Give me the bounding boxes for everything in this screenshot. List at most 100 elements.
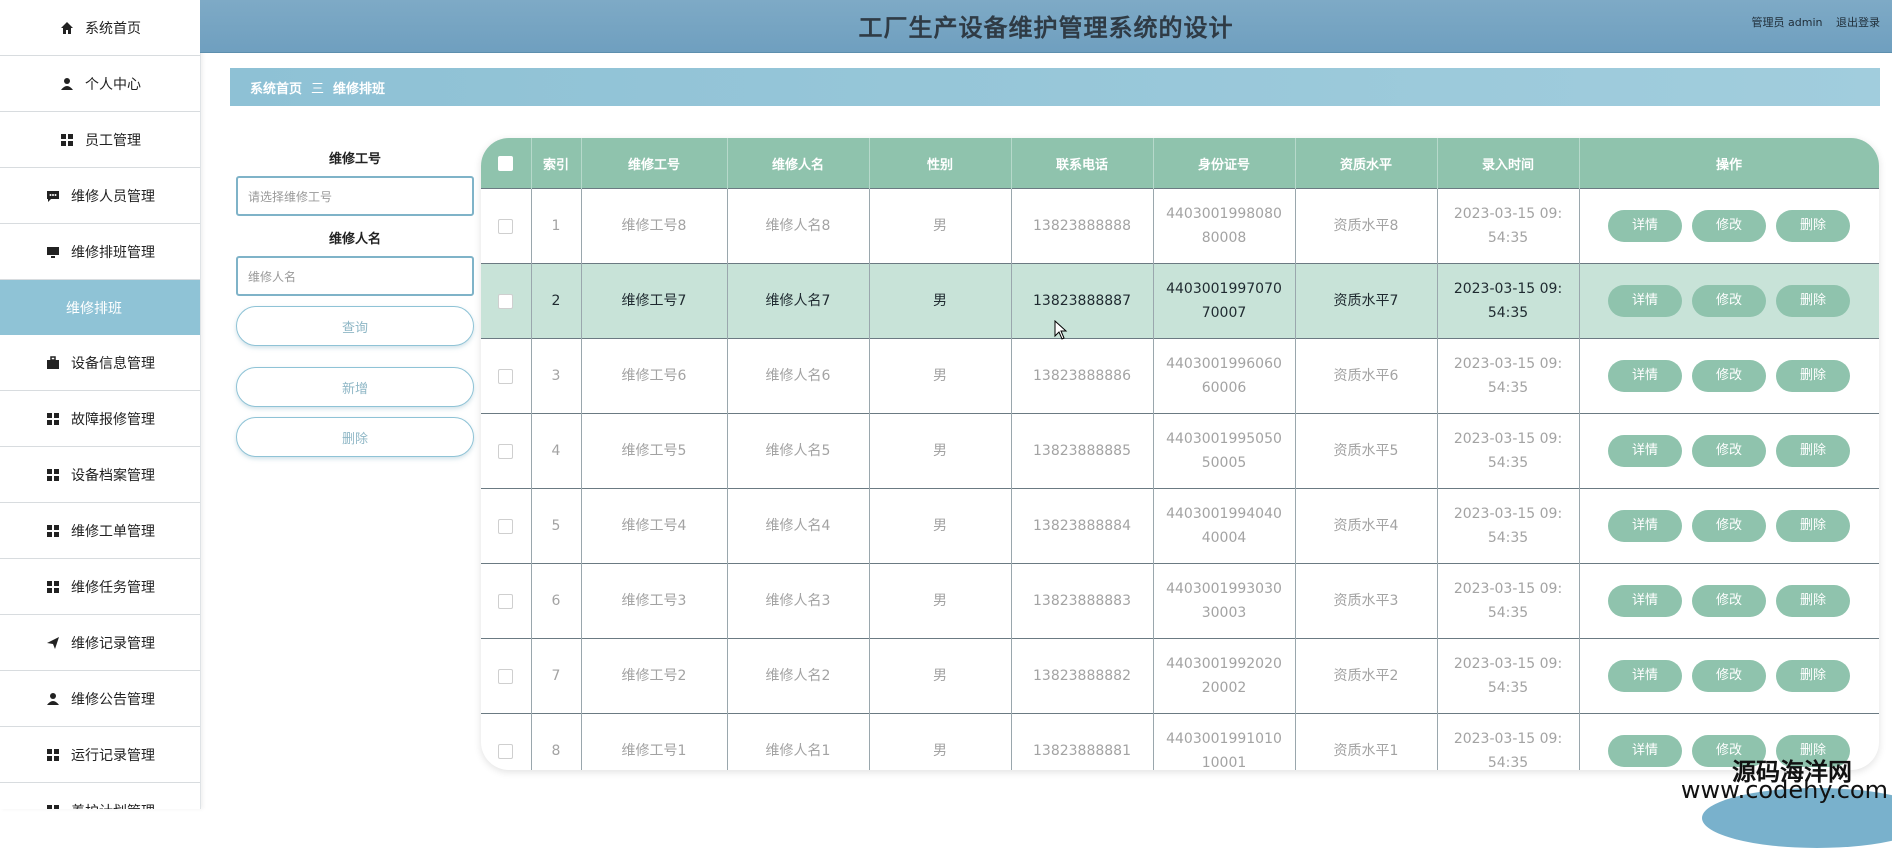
edit-button[interactable]: 修改 [1692, 660, 1766, 692]
edit-button[interactable]: 修改 [1692, 510, 1766, 542]
cell-name: 维修人名7 [727, 263, 870, 339]
sidebar-item-13[interactable]: 运行记录管理 [0, 727, 200, 783]
detail-button[interactable]: 详情 [1608, 210, 1682, 242]
add-button[interactable]: 新增 [236, 367, 474, 407]
sidebar-item-12[interactable]: 维修公告管理 [0, 671, 200, 727]
table-row[interactable]: 1 维修工号8 维修人名8 男 13823888888 44030019980808000… [481, 188, 1879, 264]
cell-id-card: 440300199202020002 [1153, 638, 1296, 714]
cell-phone: 13823888887 [1011, 263, 1154, 339]
sidebar-item-7[interactable]: 故障报修管理 [0, 391, 200, 447]
sidebar-item-4[interactable]: 维修排班管理 [0, 224, 200, 280]
edit-button[interactable]: 修改 [1692, 285, 1766, 317]
query-button[interactable]: 查询 [236, 306, 474, 346]
row-checkbox[interactable] [498, 218, 514, 234]
detail-button[interactable]: 详情 [1608, 360, 1682, 392]
cell-index: 6 [531, 563, 582, 639]
edit-button[interactable]: 修改 [1692, 360, 1766, 392]
sidebar-item-3[interactable]: 维修人员管理 [0, 168, 200, 224]
logout-link[interactable]: 退出登录 [1836, 16, 1880, 29]
sidebar-item-label: 员工管理 [85, 132, 141, 149]
cell-name: 维修人名6 [727, 338, 870, 414]
sidebar-item-label: 维修公告管理 [71, 691, 155, 708]
table-header-row: 索引 维修工号 维修人名 性别 联系电话 身份证号 资质水平 录入时间 操作 [481, 138, 1879, 189]
edit-button[interactable]: 修改 [1692, 435, 1766, 467]
cell-index: 4 [531, 413, 582, 489]
delete-button[interactable]: 删除 [1776, 510, 1850, 542]
row-checkbox[interactable] [498, 668, 514, 684]
grid-icon [45, 803, 61, 809]
send-icon [45, 635, 61, 651]
row-checkbox[interactable] [498, 293, 514, 309]
row-checkbox[interactable] [498, 443, 514, 459]
cell-id-card: 440300199808080008 [1153, 188, 1296, 264]
row-checkbox[interactable] [498, 518, 514, 534]
cell-index: 3 [531, 338, 582, 414]
emp-no-input[interactable]: 请选择维修工号 [236, 176, 474, 216]
sidebar-item-8[interactable]: 设备档案管理 [0, 447, 200, 503]
edit-button[interactable]: 修改 [1692, 585, 1766, 617]
table-row[interactable]: 6 维修工号3 维修人名3 男 13823888883 44030019930303000… [481, 563, 1879, 639]
delete-button[interactable]: 删除 [1776, 360, 1850, 392]
table-row[interactable]: 2 维修工号7 维修人名7 男 13823888887 44030019970707000… [481, 263, 1879, 339]
table-row[interactable]: 4 维修工号5 维修人名5 男 13823888885 44030019950505000… [481, 413, 1879, 489]
cell-name: 维修人名3 [727, 563, 870, 639]
edit-button[interactable]: 修改 [1692, 210, 1766, 242]
cell-name: 维修人名8 [727, 188, 870, 264]
sidebar-item-9[interactable]: 维修工单管理 [0, 503, 200, 559]
sidebar-item-14[interactable]: 养护计划管理 [0, 783, 200, 809]
delete-button[interactable]: 删除 [1776, 285, 1850, 317]
monitor-icon [45, 244, 61, 260]
detail-button[interactable]: 详情 [1608, 585, 1682, 617]
cell-index: 1 [531, 188, 582, 264]
cell-level: 资质水平2 [1295, 638, 1438, 714]
sidebar-item-11[interactable]: 维修记录管理 [0, 615, 200, 671]
table-row[interactable]: 5 维修工号4 维修人名4 男 13823888884 44030019940404000… [481, 488, 1879, 564]
cell-phone: 13823888884 [1011, 488, 1154, 564]
sidebar-item-label: 维修排班 [66, 300, 122, 317]
batch-delete-button[interactable]: 删除 [236, 417, 474, 457]
cell-level: 资质水平1 [1295, 713, 1438, 770]
table-row[interactable]: 8 维修工号1 维修人名1 男 13823888881 44030019910101000… [481, 713, 1879, 770]
row-checkbox[interactable] [498, 593, 514, 609]
admin-user-label[interactable]: 管理员 admin [1752, 16, 1823, 29]
sidebar-item-6[interactable]: 设备信息管理 [0, 335, 200, 391]
delete-button[interactable]: 删除 [1776, 660, 1850, 692]
sidebar-item-label: 养护计划管理 [71, 801, 155, 810]
name-input[interactable]: 维修人名 [236, 256, 474, 296]
sidebar-item-label: 维修人员管理 [71, 188, 155, 205]
sidebar-item-label: 运行记录管理 [71, 747, 155, 764]
table-row[interactable]: 3 维修工号6 维修人名6 男 13823888886 44030019960606000… [481, 338, 1879, 414]
sidebar-item-label: 维修任务管理 [71, 579, 155, 596]
row-select-cell [481, 638, 532, 714]
detail-button[interactable]: 详情 [1608, 510, 1682, 542]
cell-time: 2023-03-15 09:54:35 [1437, 563, 1580, 639]
sidebar-item-2[interactable]: 员工管理 [0, 112, 200, 168]
table-row[interactable]: 7 维修工号2 维修人名2 男 13823888882 44030019920202000… [481, 638, 1879, 714]
cell-gender: 男 [869, 188, 1012, 264]
cell-id-card: 440300199606060006 [1153, 338, 1296, 414]
sidebar-item-label: 系统首页 [85, 20, 141, 37]
grid-icon [45, 467, 61, 483]
detail-button[interactable]: 详情 [1608, 435, 1682, 467]
detail-button[interactable]: 详情 [1608, 660, 1682, 692]
row-checkbox[interactable] [498, 743, 514, 759]
cell-time: 2023-03-15 09:54:35 [1437, 338, 1580, 414]
sidebar-item-0[interactable]: 系统首页 [0, 0, 200, 56]
row-select-cell [481, 263, 532, 339]
sidebar-item-10[interactable]: 维修任务管理 [0, 559, 200, 615]
user-area: 管理员 admin 退出登录 [1742, 14, 1880, 30]
delete-button[interactable]: 删除 [1776, 435, 1850, 467]
sidebar-subitem-schedule[interactable]: 维修排班 [0, 280, 200, 335]
delete-button[interactable]: 删除 [1776, 210, 1850, 242]
delete-button[interactable]: 删除 [1776, 585, 1850, 617]
row-checkbox[interactable] [498, 368, 514, 384]
breadcrumb-home[interactable]: 系统首页 [250, 78, 302, 97]
emp-no-label: 维修工号 [328, 152, 381, 167]
detail-button[interactable]: 详情 [1608, 285, 1682, 317]
select-all-checkbox[interactable] [498, 155, 514, 171]
detail-button[interactable]: 详情 [1608, 735, 1682, 767]
cell-emp-no: 维修工号7 [581, 263, 728, 339]
cell-id-card: 440300199404040004 [1153, 488, 1296, 564]
sidebar-item-1[interactable]: 个人中心 [0, 56, 200, 112]
column-header: 身份证号 [1153, 138, 1296, 189]
